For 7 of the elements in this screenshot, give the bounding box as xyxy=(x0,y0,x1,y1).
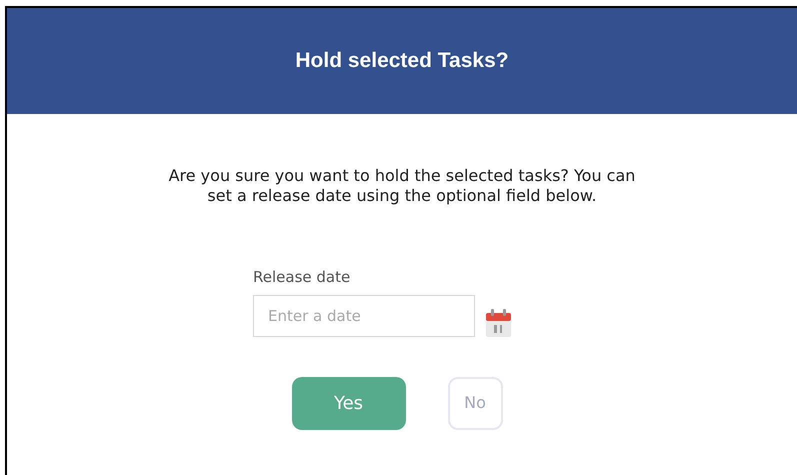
dialog-title: Hold selected Tasks? xyxy=(295,48,509,74)
calendar-icon[interactable] xyxy=(486,308,511,336)
cancel-button[interactable]: No xyxy=(448,376,502,430)
confirm-button[interactable]: Yes xyxy=(292,376,406,430)
release-date-label: Release date xyxy=(253,267,352,288)
confirmation-message: Are you sure you want to hold the selected tasks? You can set a release date using the optional field below. xyxy=(168,166,636,206)
release-date-field[interactable]: Enter a date xyxy=(253,294,475,336)
